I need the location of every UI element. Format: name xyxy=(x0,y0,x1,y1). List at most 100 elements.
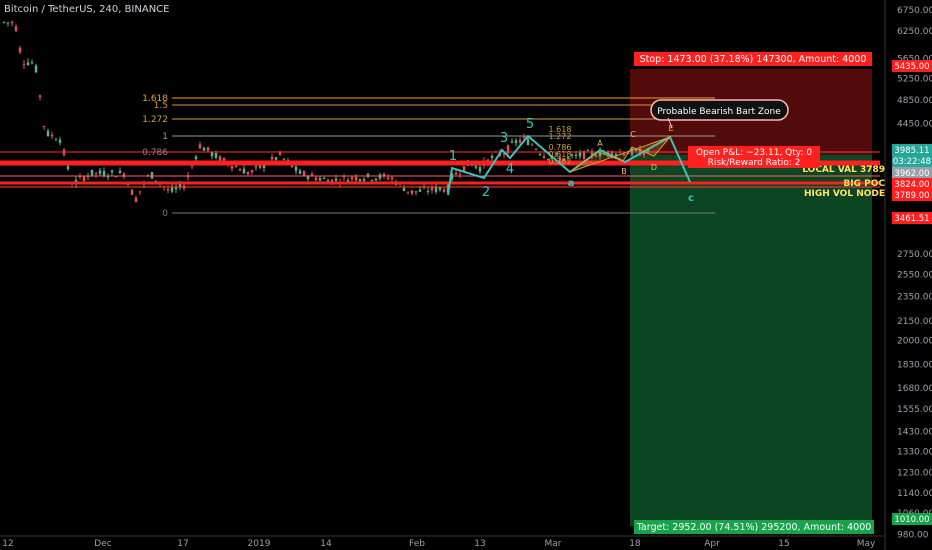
candles xyxy=(2,20,650,203)
candle-body xyxy=(438,187,442,190)
candle-body xyxy=(390,177,394,180)
candle-body xyxy=(270,156,274,160)
wave-label: 4 xyxy=(506,162,514,177)
candle-body xyxy=(538,153,542,155)
candle-body xyxy=(282,158,286,160)
candle-body xyxy=(526,138,530,146)
candle-body xyxy=(202,147,206,151)
price-tick-label: 4850.00 xyxy=(897,96,932,106)
price-tag-label: 03:22:48 xyxy=(893,157,931,167)
candle-body xyxy=(54,139,58,141)
candle-body xyxy=(402,188,406,191)
candle-body xyxy=(310,173,314,176)
candle-body xyxy=(154,180,158,182)
candle-body xyxy=(322,178,326,180)
candle-body xyxy=(238,169,242,171)
big-poc-label: BIG POC xyxy=(843,179,885,189)
candle-body xyxy=(174,187,178,190)
candle-body xyxy=(198,144,202,149)
candle-body xyxy=(150,172,154,179)
candle-body xyxy=(230,166,234,169)
candle-body xyxy=(22,63,26,65)
chart-title: Bitcoin / TetherUS, 240, BINANCE xyxy=(4,4,170,15)
candle-body xyxy=(306,176,310,180)
candle-body xyxy=(210,152,214,157)
candle-body xyxy=(118,170,122,174)
candle-body xyxy=(50,134,54,137)
candle-body xyxy=(574,154,578,157)
candle-body xyxy=(386,177,390,180)
wave-label: 5 xyxy=(526,117,534,132)
candle-body xyxy=(514,140,518,144)
candle-body xyxy=(382,173,386,176)
pnl-line1: Open P&L: −23.11, Qty: 0 xyxy=(696,148,812,158)
fib-label: 1.618 xyxy=(142,94,168,104)
time-tick-label: Apr xyxy=(704,539,720,549)
candle-body xyxy=(510,141,514,143)
small-fib-label: 0.382 xyxy=(549,157,572,166)
price-tick-label: 2550.00 xyxy=(897,271,932,281)
price-tag-label: 3962.00 xyxy=(894,169,929,179)
bubble-text: Probable Bearish Bart Zone xyxy=(657,107,781,117)
time-tick-label: 2019 xyxy=(248,539,271,549)
price-tick-label: 2150.00 xyxy=(897,317,932,327)
candle-body xyxy=(190,165,194,167)
candle-body xyxy=(530,144,534,146)
candle-body xyxy=(410,190,414,194)
price-tick-label: 1140.00 xyxy=(897,489,932,499)
candle-body xyxy=(294,166,298,171)
price-tick-label: 1830.00 xyxy=(897,361,932,371)
candle-body xyxy=(302,171,306,176)
candle-body xyxy=(362,179,366,181)
time-tick-label: 13 xyxy=(474,539,485,549)
candle-body xyxy=(42,126,46,128)
price-tick-label: 1555.00 xyxy=(897,405,932,415)
wave-label: c xyxy=(688,193,694,204)
candle-body xyxy=(170,187,174,192)
candle-body xyxy=(358,179,362,182)
chart-canvas[interactable]: 00.78611.2721.51.618LOCAL VAL 3789BIG PO… xyxy=(0,0,932,550)
stop-label: Stop: 1473.00 (37.18%) 147300, Amount: 4… xyxy=(640,54,867,65)
candle-body xyxy=(250,170,254,173)
candle-body xyxy=(490,155,494,158)
price-tick-label: 2000.00 xyxy=(897,337,932,347)
fib-label: 1 xyxy=(162,132,168,142)
time-tick-label: 17 xyxy=(177,539,188,549)
target-zone xyxy=(630,154,872,527)
candle-body xyxy=(478,167,482,172)
candle-body xyxy=(138,191,142,193)
candle-body xyxy=(6,22,10,24)
high-vol-node-label: HIGH VOL NODE xyxy=(804,189,885,199)
pattern-label: C xyxy=(630,130,636,139)
target-label: Target: 2952.00 (74.51%) 295200, Amount:… xyxy=(636,522,872,533)
wave-label: 1 xyxy=(449,149,457,164)
price-tick-label: 6250.00 xyxy=(897,27,932,37)
candle-body xyxy=(110,170,114,173)
candle-body xyxy=(518,140,522,143)
candle-body xyxy=(14,26,18,32)
candle-body xyxy=(318,178,322,181)
candle-body xyxy=(194,156,198,160)
candle-body xyxy=(406,191,410,193)
pattern-label: A xyxy=(597,139,603,148)
candle-body xyxy=(94,172,98,174)
candle-body xyxy=(26,62,30,66)
candle-body xyxy=(18,47,22,53)
candle-body xyxy=(370,180,374,182)
candle-body xyxy=(246,172,250,175)
candle-body xyxy=(426,190,430,192)
candle-body xyxy=(374,178,378,181)
price-tick-label: 1330.00 xyxy=(897,447,932,457)
time-tick-label: Mar xyxy=(545,539,562,549)
time-tick-label: 15 xyxy=(778,539,789,549)
price-tag-label: 3789.00 xyxy=(894,191,929,201)
candle-body xyxy=(586,150,590,152)
pnl-line2: Risk/Reward Ratio: 2 xyxy=(708,158,801,168)
price-tag-label: 3461.51 xyxy=(894,214,929,224)
price-tick-label: 6750.00 xyxy=(897,6,932,16)
wave-label: a xyxy=(568,178,575,189)
candle-body xyxy=(222,157,226,161)
price-tick-label: 980.00 xyxy=(897,530,929,540)
candle-body xyxy=(334,178,338,181)
candle-body xyxy=(454,172,458,175)
